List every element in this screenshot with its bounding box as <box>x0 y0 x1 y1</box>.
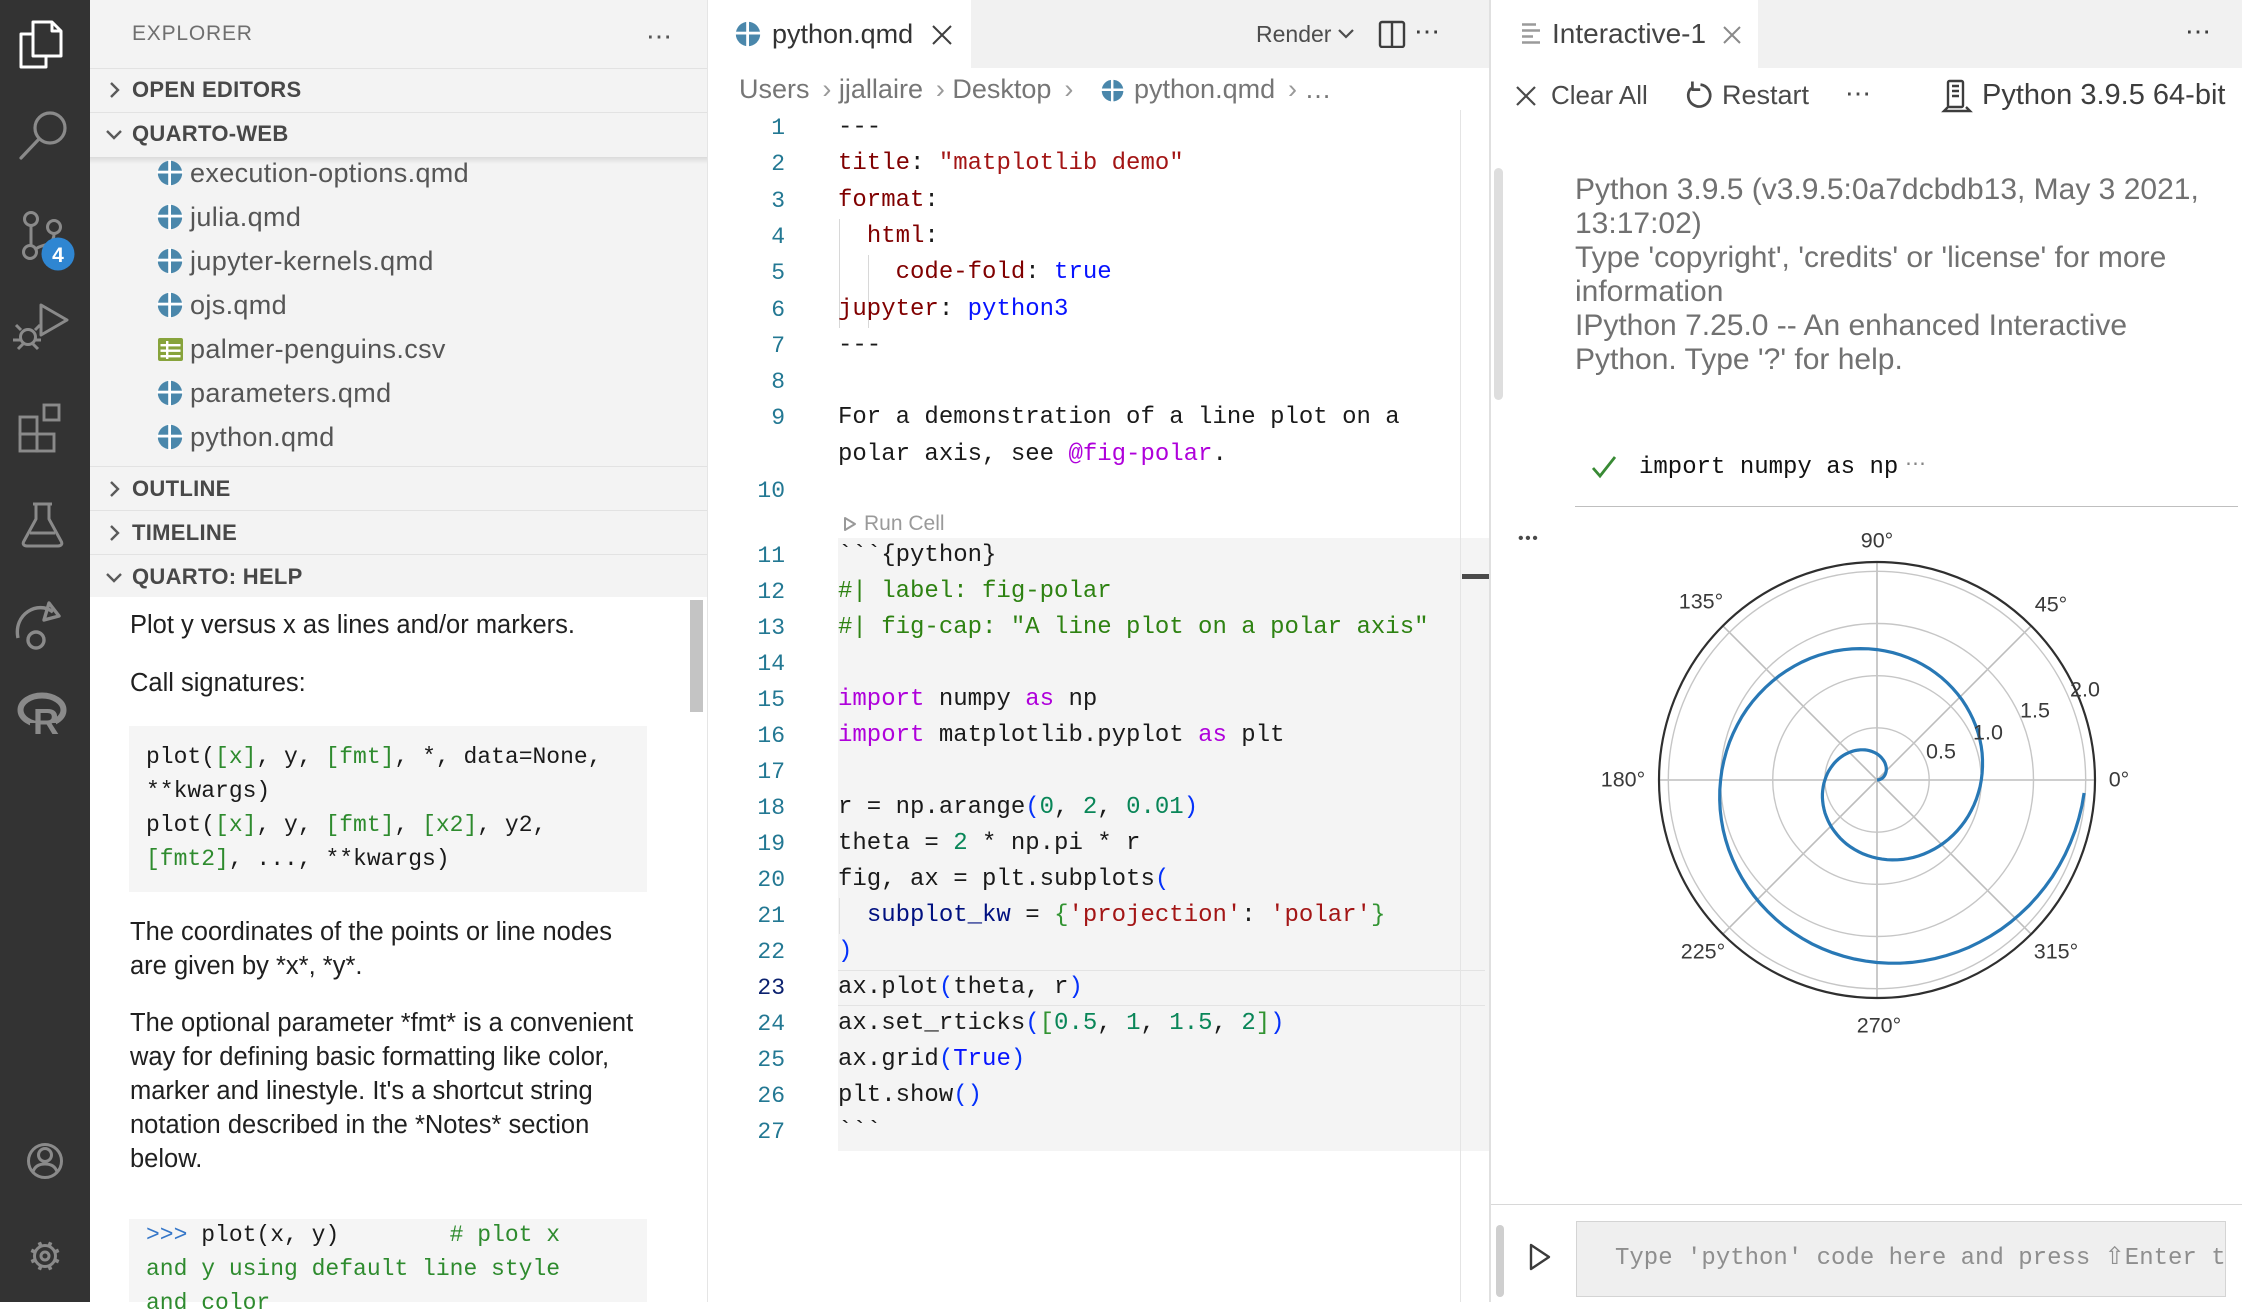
svg-text:R: R <box>33 701 59 742</box>
svg-text:4: 4 <box>52 244 64 267</box>
